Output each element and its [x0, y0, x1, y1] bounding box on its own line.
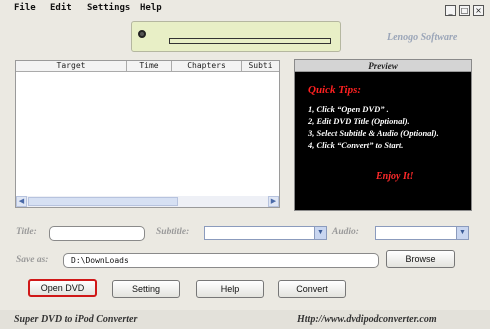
- saveas-label: Save as:: [16, 255, 49, 265]
- column-subtitle[interactable]: Subti: [242, 61, 279, 72]
- enjoy-text: Enjoy It!: [376, 171, 414, 182]
- title-list[interactable]: Target Time Chapters Subti ◀ ▶: [15, 60, 280, 208]
- tip-3: 3, Select Subtitle & Audio (Optional).: [308, 128, 439, 138]
- open-dvd-button[interactable]: Open DVD: [28, 279, 97, 297]
- list-header: Target Time Chapters Subti: [16, 61, 279, 72]
- menu-settings[interactable]: Settings: [87, 3, 130, 13]
- chevron-down-icon[interactable]: ▼: [314, 227, 326, 239]
- tips-heading: Quick Tips:: [308, 84, 362, 96]
- preview-panel: Preview Quick Tips: 1, Click “Open DVD” …: [294, 59, 472, 211]
- subtitle-select[interactable]: ▼: [204, 226, 327, 240]
- main-window: File Edit Settings Help _ □ × Lenogo Sof…: [0, 0, 490, 329]
- scrollbar-thumb[interactable]: [28, 197, 178, 206]
- close-button[interactable]: ×: [473, 5, 484, 16]
- audio-label: Audio:: [332, 227, 359, 237]
- browse-button[interactable]: Browse: [386, 250, 455, 268]
- subtitle-label: Subtitle:: [156, 227, 190, 237]
- status-display: [131, 21, 341, 52]
- progress-bar: [169, 38, 331, 44]
- convert-button[interactable]: Convert: [278, 280, 346, 298]
- footer: Super DVD to iPod Converter Http://www.d…: [0, 310, 490, 329]
- menu-edit[interactable]: Edit: [50, 3, 72, 13]
- chevron-down-icon[interactable]: ▼: [456, 227, 468, 239]
- column-time[interactable]: Time: [127, 61, 172, 72]
- website-link[interactable]: Http://www.dvdipodconverter.com: [297, 314, 437, 325]
- menu-bar: File Edit Settings Help: [0, 0, 490, 16]
- preview-title: Preview: [295, 60, 471, 72]
- column-chapters[interactable]: Chapters: [172, 61, 242, 72]
- arrow-left-icon[interactable]: ◀: [16, 196, 27, 207]
- minimize-button[interactable]: _: [445, 5, 456, 16]
- help-button[interactable]: Help: [196, 280, 264, 298]
- maximize-button[interactable]: □: [459, 5, 470, 16]
- title-label: Title:: [16, 227, 37, 237]
- audio-select[interactable]: ▼: [375, 226, 469, 240]
- menu-help[interactable]: Help: [140, 3, 162, 13]
- tip-2: 2, Edit DVD Title (Optional).: [308, 116, 410, 126]
- brand-label: Lenogo Software: [387, 32, 458, 43]
- product-name: Super DVD to iPod Converter: [14, 314, 138, 325]
- menu-file[interactable]: File: [14, 3, 36, 13]
- saveas-input[interactable]: D:\DownLoads: [63, 253, 379, 268]
- tip-4: 4, Click “Convert” to Start.: [308, 140, 404, 150]
- setting-button[interactable]: Setting: [112, 280, 180, 298]
- column-target[interactable]: Target: [16, 61, 127, 72]
- arrow-right-icon[interactable]: ▶: [268, 196, 279, 207]
- tip-1: 1, Click “Open DVD” .: [308, 104, 389, 114]
- disc-icon: [138, 30, 146, 38]
- title-input[interactable]: [49, 226, 145, 241]
- horizontal-scrollbar[interactable]: ◀ ▶: [16, 196, 279, 207]
